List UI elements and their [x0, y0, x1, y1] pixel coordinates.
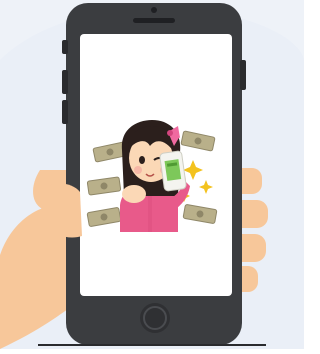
speaker-grille: [133, 18, 175, 23]
camera-dot: [151, 7, 157, 13]
illustration-svg: [0, 0, 304, 349]
illustration: [0, 0, 304, 349]
mini-phone: [159, 150, 187, 192]
